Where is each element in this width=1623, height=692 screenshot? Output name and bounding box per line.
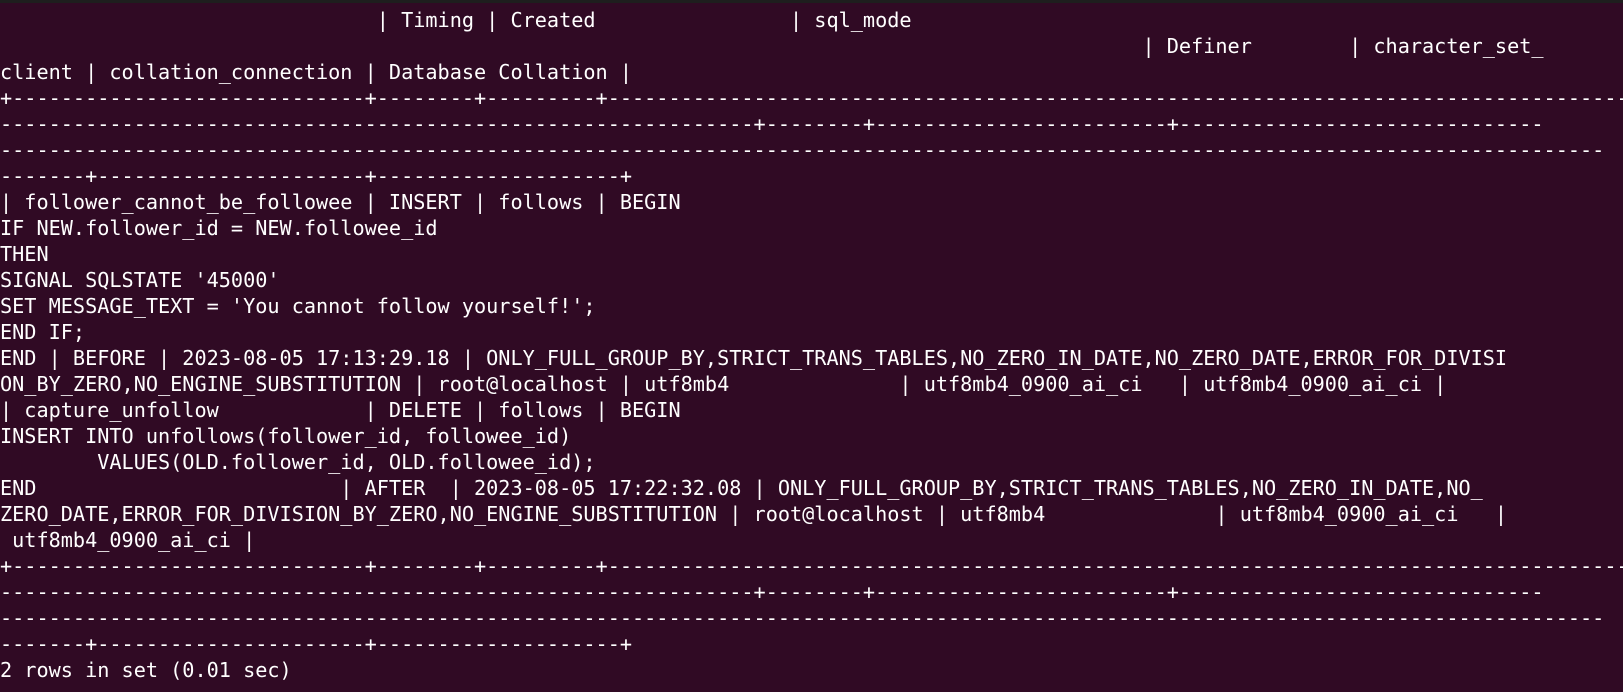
- row-1-statement-line: THEN: [0, 242, 49, 266]
- row-2-trigger-line: | capture_unfollow | DELETE | follows | …: [0, 398, 681, 422]
- table-border-bottom-1: +-----------------------------+--------+…: [0, 554, 1623, 578]
- row-1-statement-line: SIGNAL SQLSTATE '45000': [0, 268, 280, 292]
- result-summary: 2 rows in set (0.01 sec): [0, 658, 292, 682]
- terminal-output: | Timing | Created | sql_mode | Definer …: [0, 3, 1623, 683]
- header-line-collation: client | collation_connection | Database…: [0, 60, 633, 84]
- row-2-collation-line: utf8mb4_0900_ai_ci |: [0, 528, 256, 552]
- row-1-statement-line: END IF;: [0, 320, 86, 344]
- row-2-timing-line: END | AFTER | 2023-08-05 17:22:32.08 | O…: [0, 476, 1483, 500]
- table-border-top-2: ----------------------------------------…: [0, 112, 1544, 136]
- row-1-definer-line: ON_BY_ZERO,NO_ENGINE_SUBSTITUTION | root…: [0, 372, 1447, 396]
- header-line-timing: | Timing | Created | sql_mode: [0, 8, 912, 32]
- terminal-window[interactable]: | Timing | Created | sql_mode | Definer …: [0, 0, 1623, 692]
- table-border-bottom-3: ----------------------------------------…: [0, 606, 1605, 630]
- row-1-statement-line: SET MESSAGE_TEXT = 'You cannot follow yo…: [0, 294, 596, 318]
- row-1-statement-line: IF NEW.follower_id = NEW.followee_id: [0, 216, 438, 240]
- table-border-bottom-4: -------+----------------------+---------…: [0, 632, 633, 656]
- row-1-timing-line: END | BEFORE | 2023-08-05 17:13:29.18 | …: [0, 346, 1508, 370]
- row-2-statement-line: VALUES(OLD.follower_id, OLD.followee_id)…: [0, 450, 596, 474]
- table-border-bottom-2: ----------------------------------------…: [0, 580, 1544, 604]
- row-2-statement-line: INSERT INTO unfollows(follower_id, follo…: [0, 424, 572, 448]
- header-line-definer: | Definer | character_set_: [0, 34, 1544, 58]
- table-border-top-1: +-----------------------------+--------+…: [0, 86, 1623, 110]
- table-border-top-4: -------+----------------------+---------…: [0, 164, 633, 188]
- row-2-definer-line: ZERO_DATE,ERROR_FOR_DIVISION_BY_ZERO,NO_…: [0, 502, 1508, 526]
- row-1-trigger-line: | follower_cannot_be_followee | INSERT |…: [0, 190, 681, 214]
- table-border-top-3: ----------------------------------------…: [0, 138, 1605, 162]
